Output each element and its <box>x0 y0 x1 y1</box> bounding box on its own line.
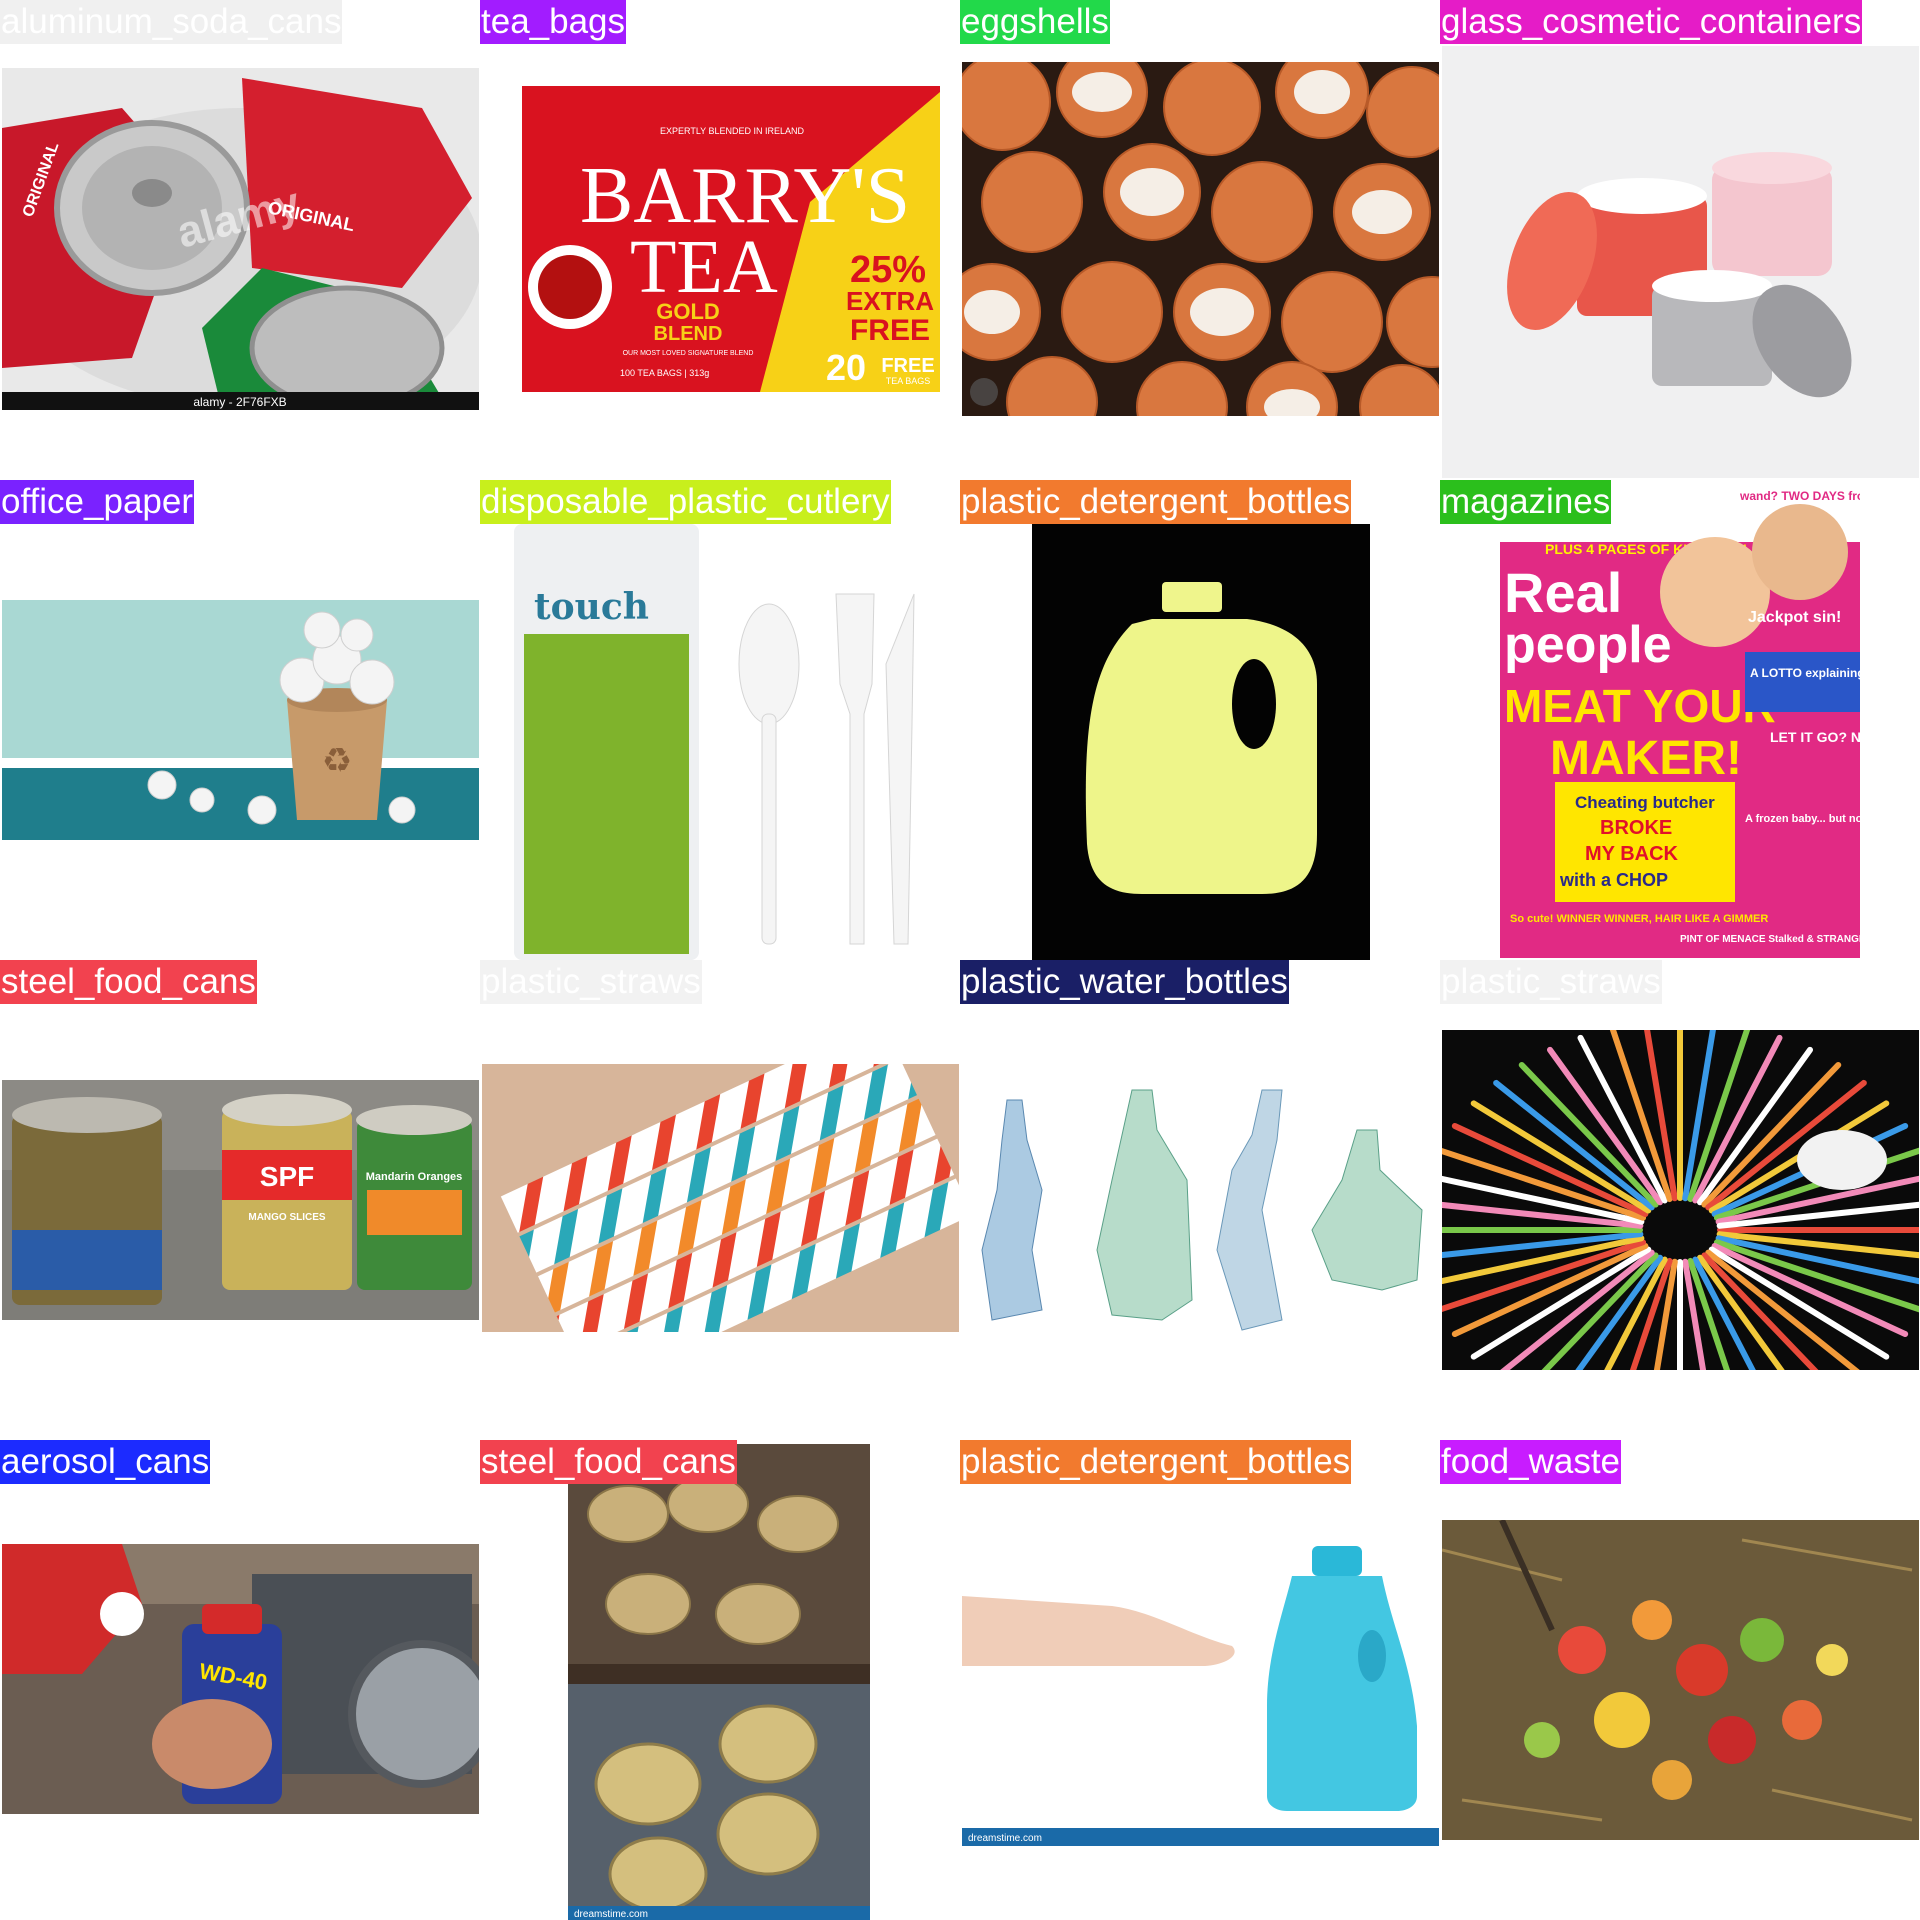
tile-label: steel_food_cans <box>0 960 257 1004</box>
can-spf: SPF <box>260 1161 314 1192</box>
photo-tea-bags: EXPERTLY BLENDED IN IRELAND BARRY'S TEA … <box>510 82 950 402</box>
promo-extra: EXTRA <box>846 286 934 316</box>
can-mandarin: Mandarin Oranges <box>366 1171 463 1183</box>
tile-label: eggshells <box>960 0 1110 44</box>
photo-plastic-detergent-bottles-1 <box>1032 524 1370 960</box>
tile-aerosol-cans: WD-40 aerosol_cans <box>0 1440 480 1920</box>
tile-label: magazines <box>1440 480 1612 524</box>
mag-real: Real <box>1504 561 1622 624</box>
tile-magazines: wand? TWO DAYS from BONK to BIRTH! PLUS … <box>1440 480 1920 960</box>
promo-teabags: TEA BAGS <box>886 376 931 386</box>
photo-footer: dreamstime.com <box>968 1833 1042 1844</box>
tagline: EXPERTLY BLENDED IN IRELAND <box>660 126 805 136</box>
tile-office-paper: ♻ office_paper <box>0 480 480 960</box>
can-mango: MANGO SLICES <box>248 1212 326 1223</box>
photo-plastic-straws-2 <box>1442 1030 1919 1370</box>
tile-disposable-plastic-cutlery: touch disposable_plastic_cutlery <box>480 480 960 960</box>
tile-label: tea_bags <box>480 0 627 44</box>
mag-people: people <box>1504 616 1672 674</box>
mag-broke: BROKE <box>1600 817 1672 839</box>
promo-free: FREE <box>850 314 930 347</box>
mag-meat: MEAT YOUR <box>1504 680 1776 732</box>
photo-plastic-water-bottles <box>962 1050 1439 1350</box>
photo-glass-cosmetic-containers <box>1442 46 1919 478</box>
tile-glass-cosmetic-containers: glass_cosmetic_containers <box>1440 0 1920 480</box>
tile-tea-bags: EXPERTLY BLENDED IN IRELAND BARRY'S TEA … <box>480 0 960 480</box>
tile-label: disposable_plastic_cutlery <box>480 480 891 524</box>
cutlery-brand: touch <box>534 586 649 628</box>
tile-label: plastic_detergent_bottles <box>960 1440 1352 1484</box>
promo-20: 20 <box>826 347 866 388</box>
mag-maker: MAKER! <box>1550 732 1742 785</box>
svg-text:♻: ♻ <box>322 741 352 781</box>
tile-plastic-straws-2: plastic_straws <box>1440 960 1920 1440</box>
tile-label: plastic_straws <box>1440 960 1662 1004</box>
image-grid: ORIGINAL ORIGINAL alamy alamy - 2F76FXB … <box>0 0 1920 1920</box>
photo-steel-food-cans-1: SPF MANGO SLICES Mandarin Oranges <box>2 1080 479 1320</box>
photo-disposable-plastic-cutlery: touch <box>514 524 924 960</box>
mag-jackpot: Jackpot sin! <box>1748 609 1841 626</box>
gold-text: GOLD <box>656 299 720 324</box>
tile-plastic-detergent-bottles-2: dreamstime.com plastic_detergent_bottles <box>960 1440 1440 1920</box>
brand-tea: TEA <box>630 225 778 309</box>
photo-eggshells <box>962 62 1439 416</box>
promo-free2: FREE <box>881 355 934 377</box>
tile-label: aluminum_soda_cans <box>0 0 343 44</box>
photo-footer: alamy - 2F76FXB <box>193 395 286 409</box>
blend-text: BLEND <box>654 323 723 345</box>
mag-lotto: A LOTTO explaining to do... <box>1750 666 1860 680</box>
photo-office-paper: ♻ <box>2 600 479 840</box>
mag-top: wand? TWO DAYS from BONK to BIRTH! <box>1739 489 1860 503</box>
promo-percent: 25% <box>850 249 926 291</box>
tile-steel-food-cans-1: SPF MANGO SLICES Mandarin Oranges steel_… <box>0 960 480 1440</box>
photo-magazines: wand? TWO DAYS from BONK to BIRTH! PLUS … <box>1500 482 1860 958</box>
tile-label: food_waste <box>1440 1440 1622 1484</box>
tile-label: plastic_straws <box>480 960 702 1004</box>
tile-label: aerosol_cans <box>0 1440 211 1484</box>
bag-count: 100 TEA BAGS | 313g <box>620 368 709 378</box>
tile-label: plastic_water_bottles <box>960 960 1289 1004</box>
photo-steel-food-cans-2: dreamstime.com <box>568 1444 870 1920</box>
mag-frozen: A frozen baby... but now Daddy is DYING <box>1745 813 1860 825</box>
photo-food-waste <box>1442 1520 1919 1840</box>
mag-letit: LET IT GO? NO! <box>1770 729 1860 745</box>
photo-aerosol-cans: WD-40 <box>2 1544 479 1814</box>
tile-food-waste: food_waste <box>1440 1440 1920 1920</box>
photo-aluminum-soda-cans: ORIGINAL ORIGINAL alamy alamy - 2F76FXB <box>2 68 479 410</box>
tile-eggshells: eggshells <box>960 0 1440 480</box>
mag-chop: with a CHOP <box>1559 870 1668 890</box>
photo-plastic-detergent-bottles-2: dreamstime.com <box>962 1506 1439 1846</box>
tile-plastic-detergent-bottles-1: plastic_detergent_bottles <box>960 480 1440 960</box>
tile-label: steel_food_cans <box>480 1440 737 1484</box>
tile-aluminum-soda-cans: ORIGINAL ORIGINAL alamy alamy - 2F76FXB … <box>0 0 480 480</box>
signature-blend-text: OUR MOST LOVED SIGNATURE BLEND <box>623 350 754 357</box>
tile-plastic-water-bottles: plastic_water_bottles <box>960 960 1440 1440</box>
photo-plastic-straws-1 <box>482 1064 959 1332</box>
photo-footer: dreamstime.com <box>574 1909 648 1920</box>
tile-steel-food-cans-2: dreamstime.com steel_food_cans <box>480 1440 960 1920</box>
tile-label: office_paper <box>0 480 195 524</box>
tile-label: glass_cosmetic_containers <box>1440 0 1863 44</box>
mag-myback: MY BACK <box>1585 843 1679 865</box>
mag-butcher: Cheating butcher <box>1575 793 1715 812</box>
mag-cute: So cute! WINNER WINNER, HAIR LIKE A GIMM… <box>1510 913 1768 925</box>
mag-pint: PINT OF MENACE Stalked & STRANGLED nippi… <box>1680 934 1860 945</box>
tile-plastic-straws-1: plastic_straws <box>480 960 960 1440</box>
tile-label: plastic_detergent_bottles <box>960 480 1352 524</box>
